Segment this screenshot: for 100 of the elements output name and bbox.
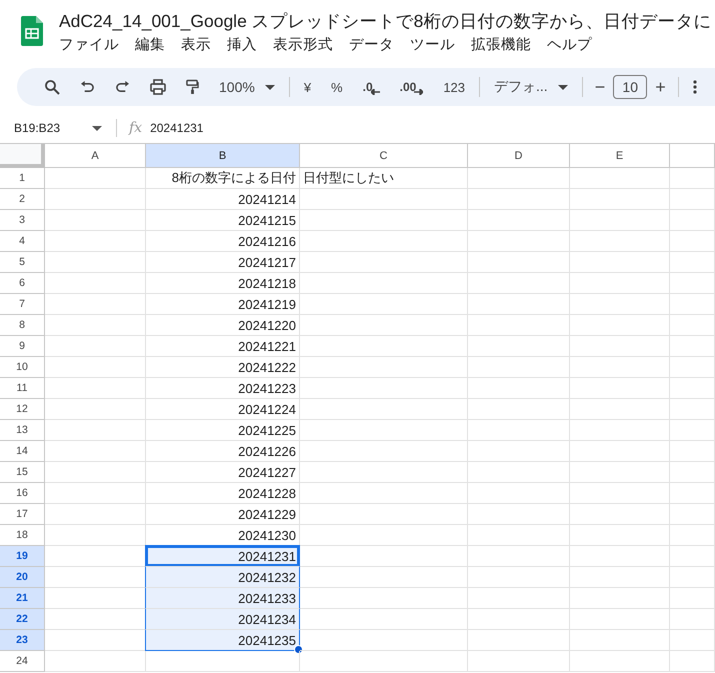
document-title[interactable]: AdC24_14_001_Google スプレッドシートで8桁の日付の数字から、日付データに xyxy=(59,8,712,34)
table-cell: 20241227 xyxy=(146,462,300,483)
table-cell: 20241222 xyxy=(146,357,300,378)
paint-format-icon[interactable] xyxy=(186,79,199,95)
row-header[interactable]: 21 xyxy=(0,588,45,609)
redo-icon[interactable] xyxy=(115,80,130,94)
row-header[interactable]: 15 xyxy=(0,462,45,483)
row-header[interactable]: 16 xyxy=(0,483,45,504)
empty-cell xyxy=(670,252,715,273)
table-cell: 20241228 xyxy=(146,483,300,504)
table-cell: 20241224 xyxy=(146,399,300,420)
increase-size-button[interactable]: + xyxy=(647,73,674,101)
column-header[interactable]: B xyxy=(146,144,300,168)
empty-cell xyxy=(670,294,715,315)
column-header[interactable]: D xyxy=(468,144,570,168)
format-button[interactable]: ¥ xyxy=(294,73,322,101)
row-header[interactable]: 8 xyxy=(0,315,45,336)
row-header[interactable]: 24 xyxy=(0,651,45,672)
dropdown-button[interactable]: デフォ... xyxy=(484,73,578,101)
table-cell: 20241223 xyxy=(146,378,300,399)
menu-item[interactable]: ツール xyxy=(410,34,455,56)
table-cell: 20241214 xyxy=(146,189,300,210)
row-header[interactable]: 22 xyxy=(0,609,45,630)
empty-cell xyxy=(670,168,715,189)
empty-cell xyxy=(670,462,715,483)
fx-label: fx xyxy=(129,120,142,136)
decrease-decimal-button[interactable]: .0 xyxy=(352,73,390,101)
menu-item[interactable]: 拡張機能 xyxy=(471,34,531,56)
column-header[interactable]: E xyxy=(570,144,670,168)
menu-item[interactable]: データ xyxy=(349,34,394,56)
empty-cell xyxy=(670,357,715,378)
name-box[interactable]: B19:B23 xyxy=(0,121,86,135)
row-header[interactable]: 5 xyxy=(0,252,45,273)
row-header[interactable]: 4 xyxy=(0,231,45,252)
row-header[interactable]: 14 xyxy=(0,441,45,462)
row-header[interactable]: 11 xyxy=(0,378,45,399)
column-header[interactable]: C xyxy=(300,144,468,168)
arrow-right-icon xyxy=(414,89,424,95)
empty-cell xyxy=(670,567,715,588)
empty-cell xyxy=(670,315,715,336)
more-icon[interactable] xyxy=(692,80,697,94)
format-button[interactable]: % xyxy=(321,73,353,101)
formula-field[interactable]: 20241231 xyxy=(150,121,204,135)
row-header[interactable]: 2 xyxy=(0,189,45,210)
caret-icon[interactable] xyxy=(92,126,102,130)
dropdown-button[interactable]: 100% xyxy=(209,73,285,101)
table-cell: 20241220 xyxy=(146,315,300,336)
table-cell: 20241216 xyxy=(146,231,300,252)
empty-cell xyxy=(670,378,715,399)
menu-item[interactable]: 表示 xyxy=(181,34,211,56)
row-header[interactable]: 12 xyxy=(0,399,45,420)
menu-item[interactable]: 挿入 xyxy=(227,34,257,56)
print-icon[interactable] xyxy=(150,79,166,95)
row-header[interactable]: 20 xyxy=(0,567,45,588)
table-cell: 20241233 xyxy=(145,588,300,609)
empty-cell xyxy=(670,336,715,357)
row-header[interactable]: 23 xyxy=(0,630,45,651)
empty-cell xyxy=(670,588,715,609)
increase-decimal-button[interactable]: .00 xyxy=(390,73,434,101)
menu-item[interactable]: ヘルプ xyxy=(547,34,592,56)
search-icon[interactable] xyxy=(44,79,60,95)
table-cell: 20241215 xyxy=(146,210,300,231)
menu-item[interactable]: ファイル xyxy=(59,34,119,56)
empty-cell xyxy=(670,441,715,462)
table-cell: 20241225 xyxy=(146,420,300,441)
empty-cell xyxy=(670,420,715,441)
table-cell: 20241231 xyxy=(145,545,300,567)
fill-handle[interactable] xyxy=(294,645,303,654)
table-cell: 20241217 xyxy=(146,252,300,273)
table-cell: 20241232 xyxy=(145,567,300,588)
row-header[interactable]: 10 xyxy=(0,357,45,378)
decrease-size-button[interactable]: − xyxy=(586,73,614,101)
table-cell: 8桁の数字による日付 xyxy=(146,168,300,189)
arrow-left-icon xyxy=(370,89,380,95)
empty-cell xyxy=(670,399,715,420)
empty-cell xyxy=(670,525,715,546)
row-header[interactable]: 19 xyxy=(0,546,45,567)
table-cell: 20241234 xyxy=(145,609,300,630)
table-cell: 日付型にしたい xyxy=(300,168,468,189)
menu-item[interactable]: 編集 xyxy=(135,34,165,56)
empty-cell xyxy=(670,546,715,567)
empty-cell xyxy=(670,273,715,294)
column-header[interactable]: A xyxy=(45,144,146,168)
format-button[interactable]: 123 xyxy=(433,73,476,101)
undo-icon[interactable] xyxy=(80,80,95,94)
empty-cell xyxy=(670,504,715,525)
spreadsheet-logo-icon[interactable] xyxy=(21,16,43,46)
empty-cell xyxy=(670,231,715,252)
row-header[interactable]: 3 xyxy=(0,210,45,231)
row-header[interactable]: 7 xyxy=(0,294,45,315)
row-header[interactable]: 1 xyxy=(0,168,45,189)
row-header[interactable]: 6 xyxy=(0,273,45,294)
menu-item[interactable]: 表示形式 xyxy=(273,34,333,56)
font-size-field[interactable]: 10 xyxy=(613,75,648,99)
table-cell: 20241218 xyxy=(146,273,300,294)
row-header[interactable]: 9 xyxy=(0,336,45,357)
row-header[interactable]: 17 xyxy=(0,504,45,525)
row-header[interactable]: 13 xyxy=(0,420,45,441)
table-cell: 20241235 xyxy=(145,630,300,651)
table-cell: 20241219 xyxy=(146,294,300,315)
